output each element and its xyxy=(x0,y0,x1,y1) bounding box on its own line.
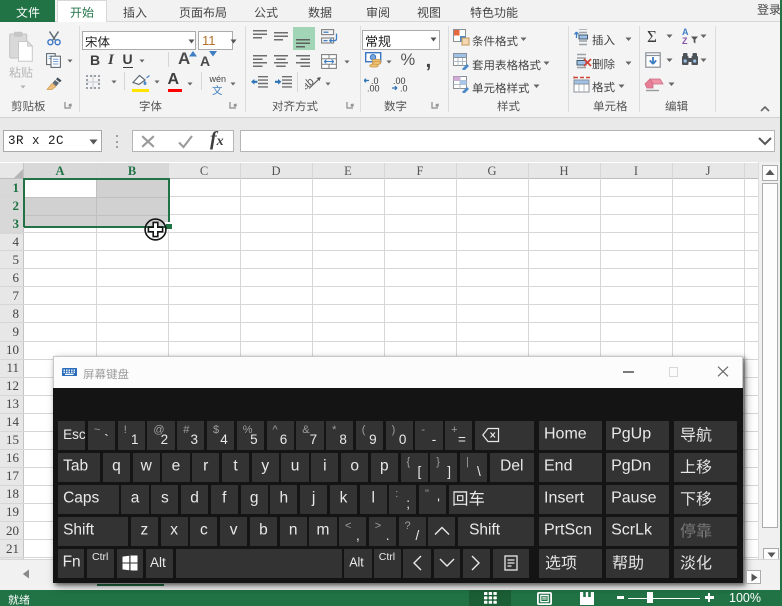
svg-text:.0: .0 xyxy=(400,83,408,92)
svg-text:.00: .00 xyxy=(367,83,380,92)
svg-text:Z: Z xyxy=(682,36,688,45)
